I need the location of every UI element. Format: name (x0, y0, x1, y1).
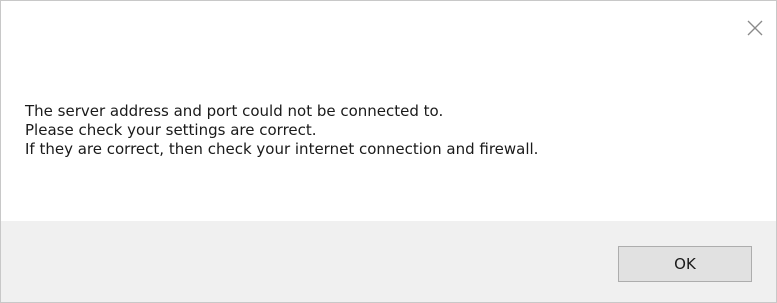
close-icon (747, 20, 763, 36)
error-dialog: The server address and port could not be… (0, 0, 777, 303)
message-line: Please check your settings are correct. (25, 121, 317, 139)
message-line: If they are correct, then check your int… (25, 140, 539, 158)
close-button[interactable] (742, 15, 768, 41)
message-line: The server address and port could not be… (25, 102, 444, 120)
dialog-footer: OK (1, 221, 776, 302)
dialog-message: The server address and port could not be… (25, 102, 538, 159)
ok-button[interactable]: OK (618, 246, 752, 282)
